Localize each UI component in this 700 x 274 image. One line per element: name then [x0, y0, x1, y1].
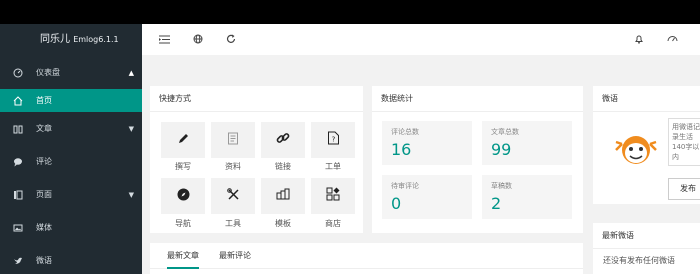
stat-value: 0	[391, 194, 402, 213]
shortcut-navigation[interactable]	[161, 178, 205, 214]
stat-articles[interactable]: 文章总数 99	[482, 121, 572, 165]
link-icon	[276, 131, 290, 149]
chevron-down-icon: ▼	[128, 190, 134, 199]
brand[interactable]: 同乐儿 Emlog6.1.1	[0, 24, 142, 56]
home-icon	[12, 95, 24, 107]
store-icon	[326, 187, 340, 205]
sidebar-item-twitter[interactable]: 微语	[0, 244, 142, 274]
question-file-icon: ?	[327, 131, 340, 149]
globe-icon[interactable]	[191, 32, 205, 46]
sidebar-item-dashboard[interactable]: 仪表盘 ▲	[0, 56, 142, 89]
twitter-icon	[12, 255, 24, 267]
publish-button[interactable]: 发布	[668, 178, 700, 200]
sidebar: 同乐儿 Emlog6.1.1 仪表盘 ▲ 首页 文章 ▼ 评论 页面 ▼ 媒体 …	[0, 24, 142, 274]
sidebar-item-label: 微语	[36, 256, 52, 265]
recent-weiyu-empty: 还没有发布任何微语	[603, 256, 675, 265]
stat-label: 待审评论	[391, 182, 419, 190]
sidebar-item-comment[interactable]: 评论	[0, 145, 142, 178]
stat-value: 2	[491, 194, 502, 213]
sidebar-item-label: 媒体	[36, 223, 52, 232]
brand-name: 同乐儿	[40, 34, 70, 45]
shortcut-template[interactable]	[261, 178, 305, 214]
theme-icon[interactable]	[665, 32, 679, 46]
topbar	[142, 24, 700, 55]
latest-tabs-card: 最新文章 最新评论	[150, 243, 583, 274]
shortcut-label: 商店	[325, 219, 341, 228]
stat-label: 草稿数	[491, 182, 512, 190]
stat-value: 99	[491, 140, 512, 159]
sidebar-item-label: 文章	[36, 124, 52, 133]
article-icon	[12, 123, 24, 135]
weiyu-title: 微语	[593, 86, 700, 112]
bell-icon[interactable]	[632, 32, 646, 46]
stat-label: 评论总数	[391, 128, 419, 136]
weiyu-card: 微语 发布	[593, 86, 700, 204]
dashboard-icon	[12, 67, 24, 79]
stat-label: 文章总数	[491, 128, 519, 136]
comment-icon	[12, 156, 24, 168]
sidebar-item-label: 页面	[36, 190, 52, 199]
stats-card: 数据统计 评论总数 16 文章总数 99 待审评论 0 草稿数 2	[372, 86, 583, 233]
shortcut-label: 工具	[225, 219, 241, 228]
refresh-icon[interactable]	[224, 32, 238, 46]
brand-version: Emlog6.1.1	[73, 35, 119, 44]
pencil-icon	[177, 132, 190, 149]
media-icon	[12, 222, 24, 234]
stats-title: 数据统计	[372, 86, 583, 112]
shortcut-label: 导航	[175, 219, 191, 228]
recent-weiyu-card: 最新微语 还没有发布任何微语	[593, 223, 700, 274]
tools-icon	[226, 187, 240, 205]
shortcut-label: 链接	[275, 162, 291, 171]
page-icon	[12, 189, 24, 201]
tab-bar: 最新文章 最新评论	[150, 243, 583, 269]
shortcuts-card: 快捷方式 ? 撰写 资料 链接 工单 导航 工具 模板 商店	[150, 86, 363, 233]
sidebar-item-label: 首页	[36, 96, 52, 105]
shortcut-ticket[interactable]: ?	[311, 122, 355, 158]
sidebar-item-page[interactable]: 页面 ▼	[0, 178, 142, 211]
shortcut-write[interactable]	[161, 122, 205, 158]
sidebar-item-article[interactable]: 文章 ▼	[0, 112, 142, 145]
shortcut-tools[interactable]	[211, 178, 255, 214]
shortcut-store[interactable]	[311, 178, 355, 214]
tab-latest-articles[interactable]: 最新文章	[167, 243, 199, 269]
shortcuts-title: 快捷方式	[150, 86, 363, 112]
sidebar-item-label: 仪表盘	[36, 68, 60, 77]
shortcut-label: 工单	[325, 162, 341, 171]
shortcut-profile[interactable]	[211, 122, 255, 158]
recent-weiyu-title: 最新微语	[593, 223, 700, 249]
stat-drafts[interactable]: 草稿数 2	[482, 175, 572, 219]
weiyu-input[interactable]	[668, 118, 700, 166]
stat-value: 16	[391, 140, 412, 159]
sidebar-item-media[interactable]: 媒体	[0, 211, 142, 244]
tab-latest-comments[interactable]: 最新评论	[219, 243, 251, 269]
shortcut-label: 撰写	[175, 162, 191, 171]
template-icon	[276, 188, 290, 204]
menu-toggle-icon[interactable]	[157, 32, 171, 46]
compass-icon	[177, 188, 190, 205]
shortcut-link[interactable]	[261, 122, 305, 158]
shortcut-label: 模板	[275, 219, 291, 228]
chevron-down-icon: ▼	[128, 124, 134, 133]
shortcut-label: 资料	[225, 162, 241, 171]
document-icon	[227, 132, 239, 149]
stat-pending-comments[interactable]: 待审评论 0	[382, 175, 472, 219]
stat-comments[interactable]: 评论总数 16	[382, 121, 472, 165]
sidebar-item-label: 评论	[36, 157, 52, 166]
chevron-up-icon: ▲	[128, 68, 134, 77]
svg-text:?: ?	[331, 136, 335, 144]
avatar	[613, 130, 659, 170]
sidebar-item-home[interactable]: 首页	[0, 89, 142, 112]
main-content: 快捷方式 ? 撰写 资料 链接 工单 导航 工具 模板 商店 数据统计 评论总数…	[142, 55, 700, 274]
